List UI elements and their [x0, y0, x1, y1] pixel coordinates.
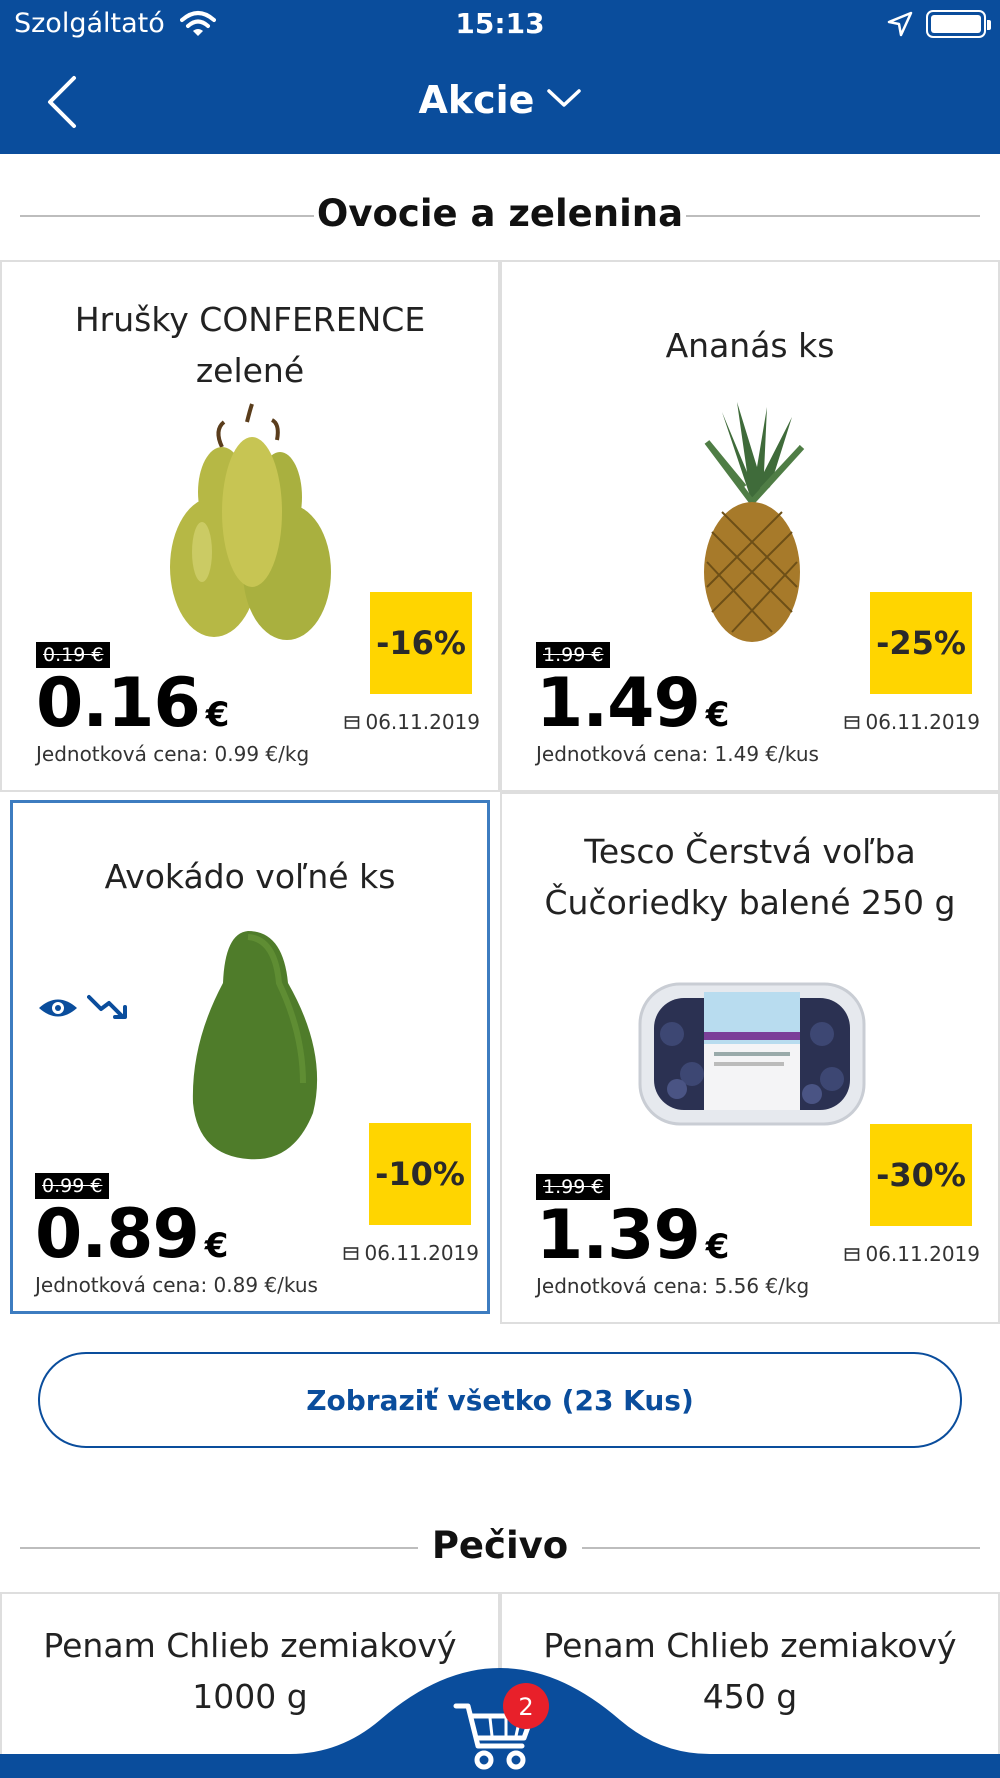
bottom-cart-bar: 2 [0, 1668, 1000, 1778]
product-image-blueberries [638, 982, 866, 1126]
status-time: 15:13 [455, 7, 545, 40]
calendar-icon [345, 716, 360, 729]
unit-price: Jednotková cena: 5.56 €/kg [536, 1274, 810, 1298]
price-down-icon [87, 995, 127, 1019]
calendar-icon [845, 1248, 860, 1261]
currency: € [205, 695, 230, 735]
date-text: 06.11.2019 [865, 1242, 980, 1266]
section-title: Ovocie a zelenina [316, 192, 684, 235]
currency: € [204, 1226, 229, 1266]
product-card[interactable]: Avokádo voľné ks -10% 0.99 € 0.89 € 06.11… [10, 800, 490, 1314]
battery-icon [926, 10, 991, 38]
section-header-fruit: Ovocie a zelenina [0, 180, 1000, 250]
discount-badge: -25% [870, 592, 972, 694]
date-text: 06.11.2019 [865, 710, 980, 734]
unit-price: Jednotková cena: 0.99 €/kg [36, 742, 310, 766]
unit-price: Jednotková cena: 1.49 €/kus [536, 742, 819, 766]
price: 1.49 € [536, 664, 730, 743]
product-name: Ananás ks [665, 325, 835, 365]
valid-date: 06.11.2019 [844, 1242, 980, 1266]
price: 1.39 € [536, 1196, 730, 1275]
chevron-down-icon [546, 86, 582, 114]
discount-badge: -16% [370, 592, 472, 694]
show-all-button[interactable]: Zobraziť všetko (23 Kus) [38, 1352, 962, 1448]
date-text: 06.11.2019 [364, 1241, 479, 1265]
location-icon [887, 11, 913, 41]
product-name: Hrušky CONFERENCE zelené [74, 300, 426, 390]
valid-date: 06.11.2019 [344, 710, 480, 734]
product-card[interactable]: Tesco Čerstvá voľba Čučoriedky balené 25… [500, 792, 1000, 1324]
product-image-avocado [192, 931, 318, 1160]
nav-bar: Akcie [0, 48, 1000, 154]
section-title: Pečivo [431, 1524, 569, 1567]
price: 0.89 € [35, 1195, 229, 1274]
unit-price: Jednotková cena: 0.89 €/kus [35, 1273, 318, 1297]
status-bar: Szolgáltató 15:13 [0, 0, 1000, 48]
price-value: 0.89 [35, 1195, 200, 1274]
cart-count: 2 [518, 1693, 533, 1721]
calendar-icon [845, 716, 860, 729]
valid-date: 06.11.2019 [343, 1241, 479, 1265]
product-image-pears [170, 403, 331, 640]
valid-date: 06.11.2019 [844, 710, 980, 734]
discount-badge: -10% [369, 1123, 471, 1225]
watch-indicators [37, 993, 129, 1023]
currency: € [705, 1227, 730, 1267]
product-card[interactable]: Hrušky CONFERENCE zelené -16% 0.19 € 0.1… [0, 260, 500, 792]
price-value: 1.49 [536, 664, 701, 743]
eye-icon[interactable] [37, 995, 79, 1021]
product-image-pineapple [704, 402, 805, 642]
divider-right [582, 1547, 980, 1549]
product-name: Tesco Čerstvá voľba Čučoriedky balené 25… [544, 832, 956, 922]
calendar-icon [344, 1247, 359, 1260]
page-title: Akcie [418, 78, 535, 122]
discount-badge: -30% [870, 1124, 972, 1226]
currency: € [705, 695, 730, 735]
product-name: Avokádo voľné ks [104, 856, 396, 896]
price: 0.16 € [36, 664, 230, 743]
divider-right [686, 215, 980, 217]
category-dropdown[interactable]: Akcie [0, 78, 1000, 122]
product-card[interactable]: Ananás ks -25% 1.99 € 1.49 € 06.11.2019 J… [500, 260, 1000, 792]
price-value: 1.39 [536, 1196, 701, 1275]
date-text: 06.11.2019 [365, 710, 480, 734]
section-header-bakery: Pečivo [0, 1512, 1000, 1582]
price-value: 0.16 [36, 664, 201, 743]
